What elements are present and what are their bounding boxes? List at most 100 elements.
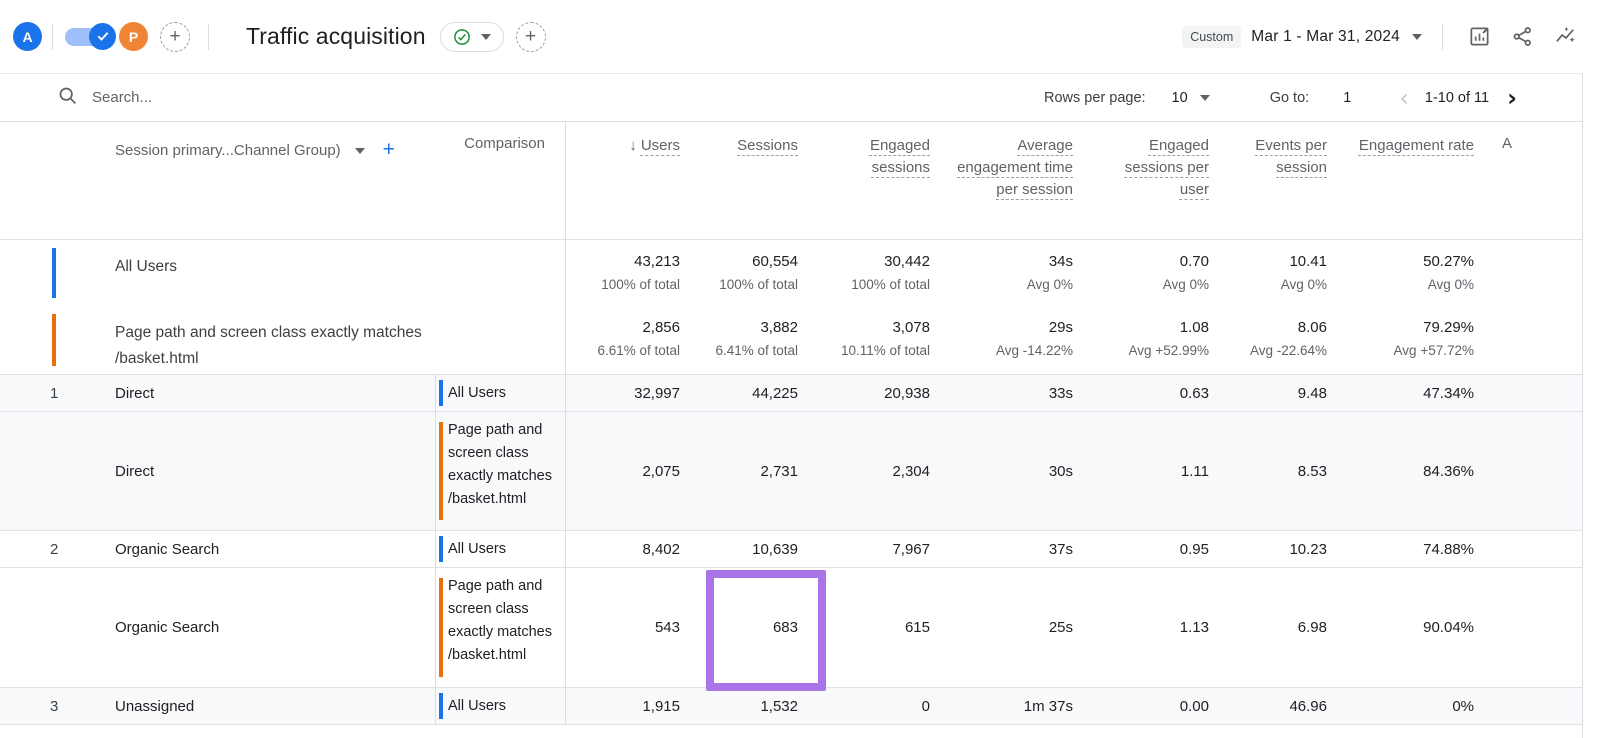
plus-icon: + (169, 26, 180, 48)
dimension-dropdown-icon[interactable] (355, 148, 365, 154)
cell-engaged-sessions: 30,442100% of total (824, 240, 956, 306)
column-header-events-per-session[interactable]: Events per session (1235, 122, 1353, 239)
cell-engaged-sessions-per-user: 0.63 (1099, 375, 1235, 411)
cell-engagement-rate: 84.36% (1353, 412, 1500, 530)
ga4-traffic-acquisition-report: A P + Traffic acquisition + Custom Mar 1… (0, 0, 1600, 738)
spacer (1500, 688, 1547, 724)
cell-engagement-rate: 79.29%Avg +57.72% (1353, 306, 1500, 374)
property-badge-letter: P (129, 29, 138, 45)
share-button[interactable] (1509, 24, 1535, 50)
cell-engaged-sessions-per-user: 0.70Avg 0% (1099, 240, 1235, 306)
date-range-text: Mar 1 - Mar 31, 2024 (1251, 28, 1400, 46)
customize-report-button[interactable] (1466, 24, 1492, 50)
spacer (1500, 306, 1547, 374)
cell-engaged-sessions: 2,304 (824, 412, 956, 530)
cell-engagement-rate: 90.04% (1353, 568, 1500, 687)
table-row[interactable]: Organic Search Page path and screen clas… (0, 568, 1582, 688)
pagination-controls: Rows per page: 10 Go to: 1 ‹ 1-10 of 11 … (1044, 74, 1517, 122)
clipped-next-column: A (1500, 122, 1547, 239)
add-comparison-button[interactable]: + (160, 22, 190, 52)
property-badge[interactable]: P (119, 22, 148, 51)
channel-name: Direct (90, 412, 435, 530)
column-header-engaged-sessions[interactable]: Engaged sessions (824, 122, 956, 239)
cell-events-per-session: 10.41Avg 0% (1235, 240, 1353, 306)
insights-sparkline-icon (1554, 25, 1577, 48)
chart-edit-icon (1468, 25, 1491, 48)
totals-row-basket-segment[interactable]: Page path and screen class exactly match… (0, 306, 1582, 375)
cell-events-per-session: 10.23 (1235, 531, 1353, 567)
avatar-letter: A (22, 29, 32, 45)
divider (208, 24, 209, 50)
spacer (1500, 412, 1547, 530)
add-dimension-button[interactable]: + (383, 138, 395, 162)
comparison-column-header: Comparison (435, 122, 565, 239)
table-row[interactable]: 1 Direct All Users 32,997 44,225 20,938 … (0, 375, 1582, 412)
cell-avg-engagement-time: 37s (956, 531, 1099, 567)
cell-sessions-highlighted: 683 (706, 568, 824, 687)
totals-row-all-users[interactable]: All Users 43,213100% of total 60,554100%… (0, 240, 1582, 306)
toggle-knob (89, 23, 116, 50)
all-users-accent-bar (52, 248, 56, 298)
cell-engaged-sessions: 3,07810.11% of total (824, 306, 956, 374)
column-header-sessions[interactable]: Sessions (706, 122, 824, 239)
totals-label: All Users (115, 254, 460, 280)
cell-sessions: 2,731 (706, 412, 824, 530)
cell-engaged-sessions-per-user: 1.13 (1099, 568, 1235, 687)
avatar[interactable]: A (13, 22, 42, 51)
channel-name: Direct (90, 375, 435, 411)
cell-engaged-sessions-per-user: 1.08Avg +52.99% (1099, 306, 1235, 374)
add-report-button[interactable]: + (516, 22, 546, 52)
row-number (50, 412, 90, 530)
cell-engagement-rate: 0% (1353, 688, 1500, 724)
rows-per-page-dropdown[interactable] (1200, 95, 1210, 101)
go-to-page-input[interactable]: 1 (1343, 90, 1351, 106)
plus-icon: + (525, 26, 536, 48)
go-to-label: Go to: (1270, 90, 1310, 106)
rows-per-page-value[interactable]: 10 (1172, 90, 1188, 106)
cell-avg-engagement-time: 25s (956, 568, 1099, 687)
cell-avg-engagement-time: 1m 37s (956, 688, 1099, 724)
column-header-users[interactable]: ↓Users (565, 122, 706, 239)
table-row[interactable]: 3 Unassigned All Users 1,915 1,532 0 1m … (0, 688, 1582, 725)
table-toolbar: Rows per page: 10 Go to: 1 ‹ 1-10 of 11 … (0, 74, 1582, 122)
totals-label-cell: All Users (50, 240, 565, 306)
topbar-right-controls: Custom Mar 1 - Mar 31, 2024 (1182, 24, 1578, 50)
cell-engaged-sessions-per-user: 0.95 (1099, 531, 1235, 567)
comparison-cell: Page path and screen class exactly match… (435, 568, 565, 687)
date-range-dropdown[interactable] (1412, 34, 1422, 40)
all-users-accent-bar (439, 693, 443, 719)
cell-users: 8,402 (565, 531, 706, 567)
previous-page-button[interactable]: ‹ (1399, 86, 1409, 110)
spacer (1500, 531, 1547, 567)
comparison-toggle[interactable] (65, 28, 109, 46)
cell-engaged-sessions-per-user: 0.00 (1099, 688, 1235, 724)
sort-descending-icon: ↓ (629, 135, 637, 157)
table-row[interactable]: Direct Page path and screen class exactl… (0, 412, 1582, 531)
column-header-engaged-sessions-per-user[interactable]: Engaged sessions per user (1099, 122, 1235, 239)
cell-engaged-sessions: 7,967 (824, 531, 956, 567)
share-icon (1511, 25, 1534, 48)
row-number (50, 568, 90, 687)
cell-users: 2,075 (565, 412, 706, 530)
spacer (1500, 568, 1547, 687)
report-table-card: Rows per page: 10 Go to: 1 ‹ 1-10 of 11 … (0, 73, 1583, 738)
cell-engagement-rate: 47.34% (1353, 375, 1500, 411)
top-header-bar: A P + Traffic acquisition + Custom Mar 1… (0, 0, 1600, 73)
row-number: 3 (50, 688, 90, 724)
divider (1442, 24, 1443, 50)
next-page-button[interactable]: › (1507, 86, 1517, 110)
dimension-selector[interactable]: Session primary...Channel Group) (115, 142, 341, 159)
rows-per-page-label: Rows per page: (1044, 90, 1146, 106)
table-row[interactable]: 2 Organic Search All Users 8,402 10,639 … (0, 531, 1582, 568)
totals-label-cell: Page path and screen class exactly match… (50, 306, 565, 374)
report-status-pill[interactable] (440, 22, 504, 52)
cell-events-per-session: 9.48 (1235, 375, 1353, 411)
column-header-engagement-rate[interactable]: Engagement rate (1353, 122, 1500, 239)
column-header-avg-engagement-time[interactable]: Average engagement time per session (956, 122, 1099, 239)
cell-engaged-sessions: 0 (824, 688, 956, 724)
comparison-cell: All Users (435, 688, 565, 724)
cell-avg-engagement-time: 33s (956, 375, 1099, 411)
insights-button[interactable] (1552, 24, 1578, 50)
search-input[interactable] (92, 89, 592, 106)
check-icon (96, 29, 110, 43)
